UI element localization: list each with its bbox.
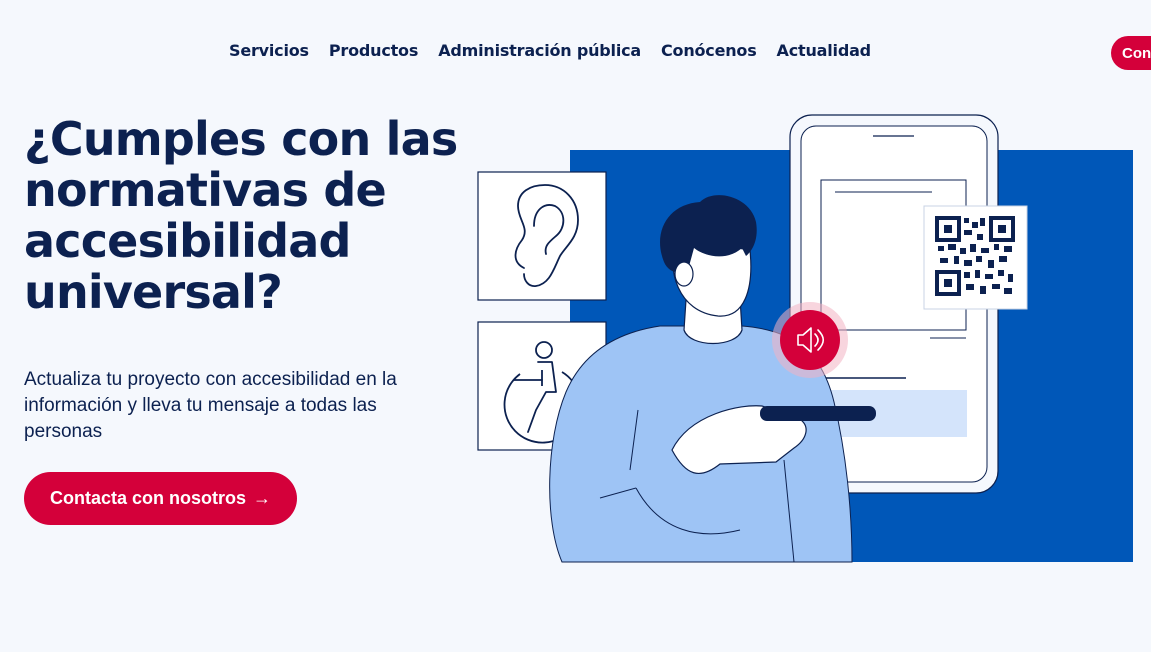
speaker-icon bbox=[772, 302, 848, 378]
hero-illustration bbox=[477, 114, 1133, 563]
contact-us-button-label: Contacta con nosotros bbox=[49, 488, 246, 508]
nav-item-productos[interactable]: Productos bbox=[329, 41, 419, 60]
nav-item-servicios[interactable]: Servicios bbox=[229, 41, 309, 60]
nav-item-administracion-publica[interactable]: Administración pública bbox=[438, 41, 641, 60]
contact-us-button[interactable]: Contacta con nosotros → bbox=[24, 472, 297, 525]
main-nav: Servicios Productos Administración públi… bbox=[229, 41, 871, 60]
hero-subtitle: Actualiza tu proyecto con accesibilidad … bbox=[24, 369, 397, 442]
qr-code-icon bbox=[923, 205, 1028, 310]
hero-title: ¿Cumples con las normativas de accesibil… bbox=[24, 112, 458, 319]
ear-icon bbox=[477, 171, 607, 301]
contact-button-header[interactable]: Contacta bbox=[1111, 36, 1151, 70]
nav-item-actualidad[interactable]: Actualidad bbox=[777, 41, 872, 60]
nav-item-conocenos[interactable]: Conócenos bbox=[661, 41, 757, 60]
arrow-right-icon: → bbox=[253, 488, 271, 508]
